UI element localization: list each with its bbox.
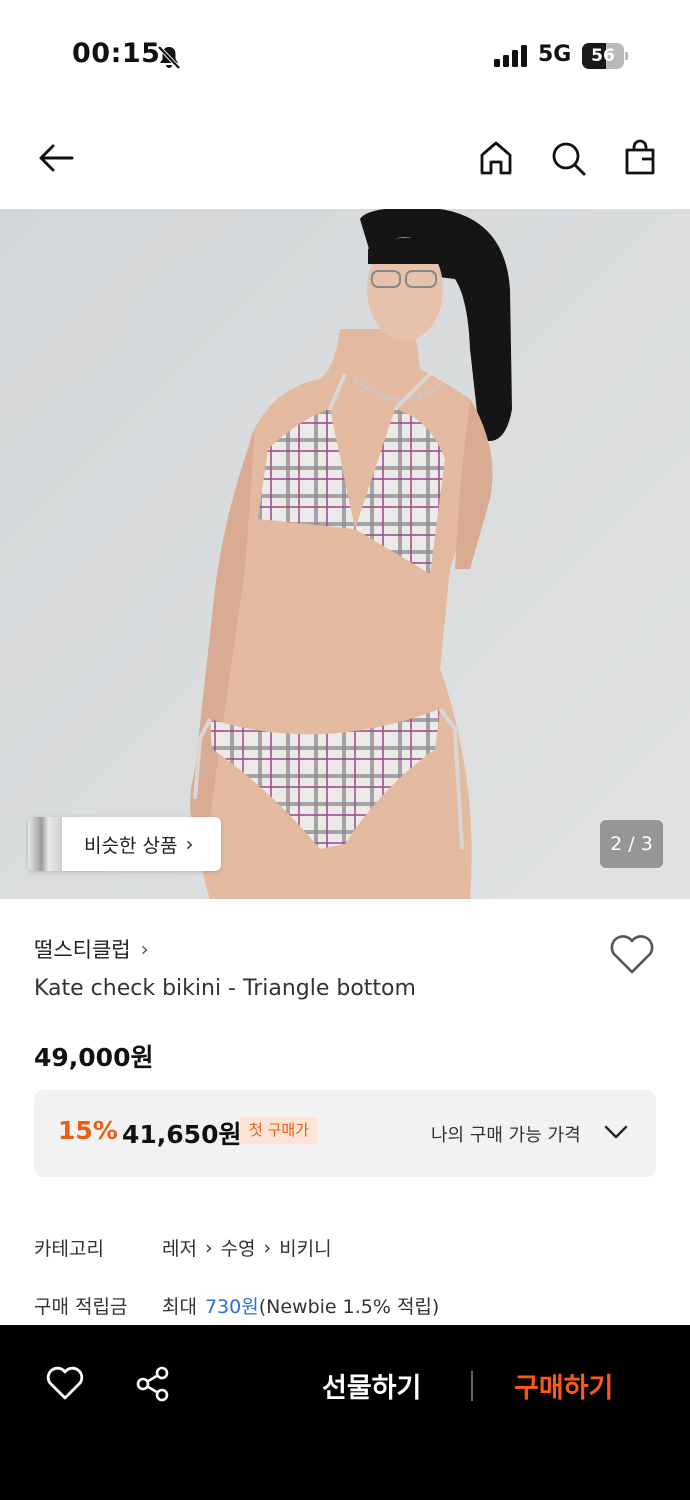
search-icon — [552, 142, 586, 176]
back-arrow-icon — [39, 144, 74, 172]
bell-slash-icon — [157, 45, 181, 70]
category-breadcrumb: 레저 › 수영 › 비키니 — [162, 1234, 332, 1261]
product-name: Kate check bikini - Triangle bottom — [34, 976, 416, 1001]
discount-price: 41,650원 — [122, 1120, 242, 1149]
points-value: 최대 730원 (Newbie 1.5% 적립) — [162, 1292, 439, 1319]
image-page-indicator: 2 / 3 — [600, 820, 663, 868]
signal-icon — [494, 45, 527, 67]
product-photo — [0, 209, 690, 899]
points-amount: 730원 — [204, 1296, 259, 1318]
points-label: 구매 적립금 — [34, 1296, 128, 1318]
cart-button[interactable] — [616, 134, 664, 182]
top-nav — [0, 120, 690, 198]
brand-name: 떨스티클럽 — [34, 938, 131, 962]
battery-level: 56 — [591, 46, 615, 66]
discount-rate: 15% — [58, 1116, 118, 1145]
gift-button[interactable]: 선물하기 — [322, 1366, 421, 1405]
category-level-1[interactable]: 레저 — [162, 1234, 197, 1261]
brand-link[interactable]: 떨스티클럽 › — [34, 934, 149, 964]
home-icon — [480, 141, 512, 175]
product-image-carousel[interactable]: 비슷한 상품 › 2 / 3 — [0, 209, 690, 899]
battery-icon: 56 — [582, 43, 628, 69]
home-button[interactable] — [472, 134, 520, 182]
similar-products-thumbnail — [28, 817, 62, 871]
chevron-right-icon: › — [263, 1236, 272, 1259]
discount-panel[interactable]: 15% 41,650원 첫 구매가 나의 구매 가능 가격 — [34, 1090, 656, 1177]
similar-products-label: 비슷한 상품 — [84, 834, 178, 857]
heart-icon[interactable] — [45, 1364, 85, 1404]
shopping-bag-icon — [625, 139, 655, 175]
back-button[interactable] — [32, 134, 80, 182]
wishlist-heart-icon[interactable] — [608, 932, 656, 976]
original-price: 49,000원 — [34, 1043, 154, 1072]
bottom-action-bar: 선물하기 구매하기 — [0, 1325, 690, 1500]
points-suffix: (Newbie 1.5% 적립) — [258, 1296, 440, 1318]
divider — [471, 1371, 473, 1401]
first-purchase-badge: 첫 구매가 — [240, 1117, 318, 1144]
network-label: 5G — [538, 42, 572, 67]
category-level-3[interactable]: 비키니 — [279, 1234, 331, 1261]
status-bar: 00:15 5G 56 — [0, 0, 690, 110]
chevron-right-icon: › — [140, 937, 149, 961]
my-price-label: 나의 구매 가능 가격 — [431, 1125, 581, 1146]
search-button[interactable] — [544, 134, 592, 182]
status-time: 00:15 — [72, 38, 161, 69]
category-level-2[interactable]: 수영 — [221, 1234, 256, 1261]
share-icon[interactable] — [133, 1364, 173, 1404]
category-label: 카테고리 — [34, 1238, 104, 1260]
chevron-down-icon — [604, 1125, 628, 1139]
chevron-right-icon: › — [204, 1236, 213, 1259]
points-prefix: 최대 — [162, 1296, 197, 1318]
buy-button[interactable]: 구매하기 — [514, 1366, 613, 1405]
chevron-right-icon: › — [185, 832, 194, 856]
similar-products-button[interactable]: 비슷한 상품 › — [28, 817, 221, 871]
